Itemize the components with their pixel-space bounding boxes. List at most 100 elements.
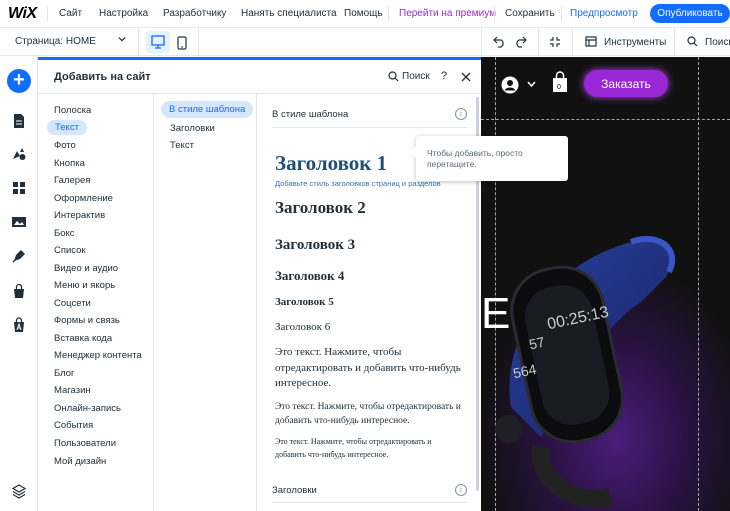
left-tool-rail: + bbox=[0, 57, 38, 511]
help-button[interactable]: ? bbox=[441, 70, 447, 82]
chevron-down-icon[interactable] bbox=[118, 35, 126, 43]
category-item[interactable]: Видео и аудио bbox=[54, 263, 118, 274]
fit-screen-icon[interactable] bbox=[549, 36, 561, 48]
info-icon[interactable]: i bbox=[455, 484, 467, 496]
redo-icon[interactable] bbox=[514, 36, 527, 48]
divider bbox=[47, 6, 48, 22]
pages-icon[interactable] bbox=[11, 113, 27, 129]
paragraph-2-preset[interactable]: Это текст. Нажмите, чтобы отредактироват… bbox=[275, 400, 475, 428]
heading-4-preset[interactable]: Заголовок 4 bbox=[275, 268, 344, 284]
category-item[interactable]: Вставка кода bbox=[54, 333, 112, 344]
divider bbox=[494, 6, 495, 22]
text-tools-icon[interactable] bbox=[11, 317, 27, 333]
preview-button[interactable]: Предпросмотр bbox=[570, 8, 638, 19]
section-title: В стиле шаблона bbox=[272, 109, 349, 120]
close-icon[interactable] bbox=[461, 72, 471, 82]
panel-header: Добавить на сайт Поиск ? bbox=[38, 60, 481, 94]
category-item[interactable]: Менеджер контента bbox=[54, 350, 142, 361]
category-item[interactable]: Интерактив bbox=[54, 210, 105, 221]
drag-tooltip: Чтобы добавить, просто перетащите. bbox=[410, 136, 568, 181]
menu-help[interactable]: Помощь bbox=[344, 8, 383, 19]
divider bbox=[272, 502, 467, 503]
panel-search-button[interactable]: Поиск bbox=[402, 71, 430, 82]
category-list: Полоска Текст Фото Кнопка Галерея Оформл… bbox=[38, 94, 154, 511]
editor-toolbar: Страница: HOME Инструменты Поиск bbox=[0, 28, 730, 56]
media-icon[interactable] bbox=[11, 214, 27, 230]
category-item[interactable]: Фото bbox=[54, 140, 76, 151]
subcategory-item[interactable]: Заголовки bbox=[170, 123, 215, 134]
divider bbox=[138, 28, 139, 56]
divider bbox=[561, 6, 562, 22]
heading-2-preset[interactable]: Заголовок 2 bbox=[275, 198, 366, 218]
apps-icon[interactable] bbox=[11, 180, 27, 196]
shopping-bag-icon[interactable] bbox=[11, 283, 27, 299]
section-title: Заголовки bbox=[272, 485, 317, 496]
category-item[interactable]: Соцсети bbox=[54, 298, 91, 309]
site-canvas[interactable]: 0 Заказать E 00:25:13 57 564 bbox=[481, 57, 730, 511]
tooltip-arrow bbox=[410, 146, 416, 158]
layers-icon[interactable] bbox=[11, 483, 27, 499]
heading-6-preset[interactable]: Заголовок 6 bbox=[275, 321, 330, 333]
menu-developer[interactable]: Разработчику bbox=[163, 8, 226, 19]
category-item[interactable]: Блог bbox=[54, 368, 75, 379]
menu-settings[interactable]: Настройка bbox=[99, 8, 148, 19]
wix-logo[interactable]: WiX bbox=[8, 5, 37, 23]
menu-hire[interactable]: Нанять специалиста bbox=[241, 8, 337, 19]
tools-button[interactable]: Инструменты bbox=[604, 37, 666, 48]
subcategory-list: В стиле шаблона Заголовки Текст bbox=[154, 94, 257, 511]
subcategory-item-active[interactable]: В стиле шаблона bbox=[161, 101, 254, 118]
category-item[interactable]: Магазин bbox=[54, 385, 91, 396]
category-item-active[interactable]: Текст bbox=[47, 120, 87, 135]
chevron-down-icon[interactable] bbox=[527, 81, 536, 88]
undo-icon[interactable] bbox=[493, 36, 506, 48]
save-button[interactable]: Сохранить bbox=[505, 8, 555, 19]
subcategory-item[interactable]: Текст bbox=[170, 140, 194, 151]
category-item[interactable]: Галерея bbox=[54, 175, 90, 186]
guide-line bbox=[481, 119, 730, 120]
pen-icon[interactable] bbox=[11, 248, 27, 264]
desktop-view-button[interactable] bbox=[146, 31, 170, 53]
divider bbox=[388, 6, 389, 22]
add-elements-button[interactable]: + bbox=[7, 69, 31, 93]
tools-icon bbox=[585, 36, 597, 47]
category-item[interactable]: Кнопка bbox=[54, 158, 85, 169]
heading-5-preset[interactable]: Заголовок 5 bbox=[275, 296, 334, 308]
search-icon[interactable] bbox=[388, 71, 399, 82]
category-item[interactable]: Бокс bbox=[54, 228, 75, 239]
desktop-icon bbox=[151, 35, 165, 49]
divider bbox=[272, 127, 467, 128]
divider bbox=[674, 28, 675, 56]
top-bar: WiX Сайт Настройка Разработчику Нанять с… bbox=[0, 0, 730, 28]
paragraph-1-preset[interactable]: Это текст. Нажмите, чтобы отредактироват… bbox=[275, 345, 470, 392]
cart-count: 0 bbox=[557, 84, 561, 91]
info-icon[interactable]: i bbox=[455, 108, 467, 120]
order-button[interactable]: Заказать bbox=[584, 70, 668, 97]
publish-button[interactable]: Опубликовать bbox=[650, 4, 730, 23]
mobile-view-icon[interactable] bbox=[177, 36, 187, 50]
category-item[interactable]: Онлайн-запись bbox=[54, 403, 121, 414]
design-icon[interactable] bbox=[11, 146, 27, 162]
menu-site[interactable]: Сайт bbox=[59, 8, 82, 19]
category-item[interactable]: Список bbox=[54, 245, 86, 256]
divider bbox=[538, 28, 539, 56]
category-item[interactable]: Пользователи bbox=[54, 438, 116, 449]
category-item[interactable]: Мой дизайн bbox=[54, 456, 106, 467]
watch-heart-rate: 57 bbox=[527, 333, 547, 353]
paragraph-3-preset[interactable]: Это текст. Нажмите, чтобы отредактироват… bbox=[275, 436, 460, 461]
category-item[interactable]: Оформление bbox=[54, 193, 113, 204]
divider bbox=[572, 28, 573, 56]
category-item[interactable]: Меню и якорь bbox=[54, 280, 115, 291]
tooltip-text: Чтобы добавить, просто перетащите. bbox=[427, 148, 523, 169]
category-item[interactable]: Формы и связь bbox=[54, 315, 120, 326]
panel-title: Добавить на сайт bbox=[54, 71, 151, 83]
category-item[interactable]: События bbox=[54, 420, 93, 431]
heading-1-preset[interactable]: Заголовок 1 bbox=[275, 151, 387, 176]
divider bbox=[481, 28, 482, 56]
user-avatar-icon[interactable] bbox=[501, 76, 519, 94]
category-item[interactable]: Полоска bbox=[54, 105, 91, 116]
upgrade-premium-link[interactable]: Перейти на премиум bbox=[399, 8, 496, 19]
search-button[interactable]: Поиск bbox=[705, 37, 730, 48]
page-selector[interactable]: Страница: HOME bbox=[15, 36, 96, 47]
heading-3-preset[interactable]: Заголовок 3 bbox=[275, 237, 355, 254]
add-panel: Добавить на сайт Поиск ? Полоска Текст Ф… bbox=[38, 57, 481, 511]
